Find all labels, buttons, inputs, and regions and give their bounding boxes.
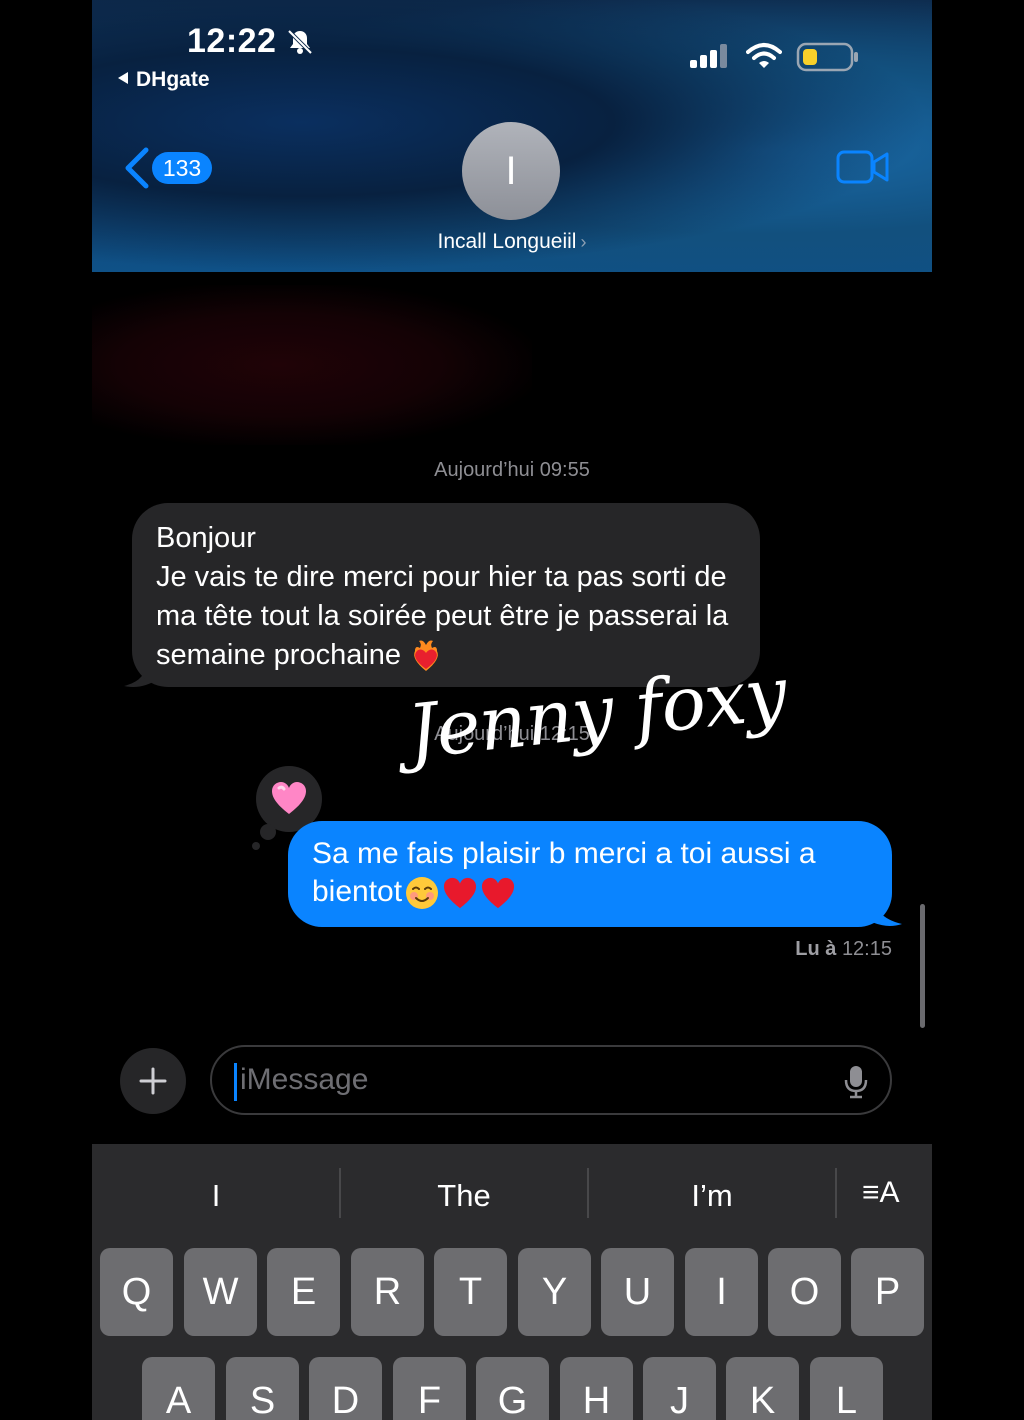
read-label: Lu à [795,938,837,960]
message-input[interactable]: iMessage [210,1045,892,1115]
apps-plus-button[interactable] [120,1048,186,1114]
key-w[interactable]: W [184,1248,257,1336]
unread-count-badge: 133 [152,152,212,184]
heart-on-fire-emoji-icon [414,640,438,672]
text-cursor [234,1063,237,1101]
key-f[interactable]: F [393,1357,466,1420]
back-to-app-link[interactable]: DHgate [118,68,210,92]
suggestion-2[interactable]: The [404,1178,524,1214]
outgoing-message-bubble[interactable]: Sa me fais plaisir b merci a toi aussi a… [288,821,892,927]
key-t[interactable]: T [434,1248,507,1336]
phone-screen: 12:22 DHgate 133 I Incall Longueiil › Au… [92,0,932,1420]
contact-name[interactable]: Incall Longueiil › [92,230,932,254]
keyboard: I The I’m ≡A Q W E R T Y U I O P A S D F… [92,1144,932,1420]
smiling-face-emoji-icon [406,877,439,910]
key-a[interactable]: A [142,1357,215,1420]
chevron-left-icon [125,147,149,189]
key-u[interactable]: U [601,1248,674,1336]
red-heart-emoji-icon [444,877,477,909]
pink-heart-icon [272,782,306,814]
redacted-area [92,285,532,445]
key-h[interactable]: H [560,1357,633,1420]
back-triangle-icon [118,72,128,85]
back-button[interactable]: 133 [122,146,222,190]
incoming-message-text: Bonjour Je vais te dire merci pour hier … [156,519,736,675]
chevron-right-icon: › [580,232,587,252]
incoming-message-bubble[interactable]: Bonjour Je vais te dire merci pour hier … [132,503,760,687]
key-o[interactable]: O [768,1248,841,1336]
contact-avatar[interactable]: I [462,122,560,220]
chat-header: 12:22 DHgate 133 I Incall Longueiil › [92,0,932,272]
suggestion-3[interactable]: I’m [652,1178,772,1214]
suggestion-divider [339,1168,341,1218]
key-g[interactable]: G [476,1357,549,1420]
red-heart-emoji-icon [482,877,515,909]
read-time: 12:15 [841,938,892,960]
key-i[interactable]: I [685,1248,758,1336]
suggestion-divider [587,1168,589,1218]
key-y[interactable]: Y [518,1248,591,1336]
plus-icon [139,1067,167,1095]
message-timestamp: Aujourd’hui 09:55 [434,459,590,481]
back-app-label: DHgate [136,68,210,91]
cellular-signal-icon [690,44,727,68]
key-d[interactable]: D [309,1357,382,1420]
wifi-icon [746,43,782,68]
key-l[interactable]: L [810,1357,883,1420]
status-time: 12:22 [187,22,277,60]
key-e[interactable]: E [267,1248,340,1336]
suggestion-divider [835,1168,837,1218]
message-input-placeholder: iMessage [240,1063,369,1096]
key-q[interactable]: Q [100,1248,173,1336]
battery-icon [796,42,858,72]
bell-slash-icon [287,29,313,55]
video-call-icon[interactable] [836,148,890,186]
key-j[interactable]: J [643,1357,716,1420]
tapback-dot [252,842,260,850]
microphone-icon[interactable] [844,1065,868,1099]
key-s[interactable]: S [226,1357,299,1420]
scrollbar[interactable] [920,904,925,1028]
key-r[interactable]: R [351,1248,424,1336]
key-k[interactable]: K [726,1357,799,1420]
suggestion-1[interactable]: I [196,1178,236,1214]
text-format-icon[interactable]: ≡A [862,1176,900,1210]
key-p[interactable]: P [851,1248,924,1336]
read-receipt: Lu à 12:15 [795,938,892,961]
outgoing-message-text: Sa me fais plaisir b merci a toi aussi a… [312,835,868,911]
contact-name-label: Incall Longueiil [437,230,577,253]
tapback-dot [260,824,276,840]
